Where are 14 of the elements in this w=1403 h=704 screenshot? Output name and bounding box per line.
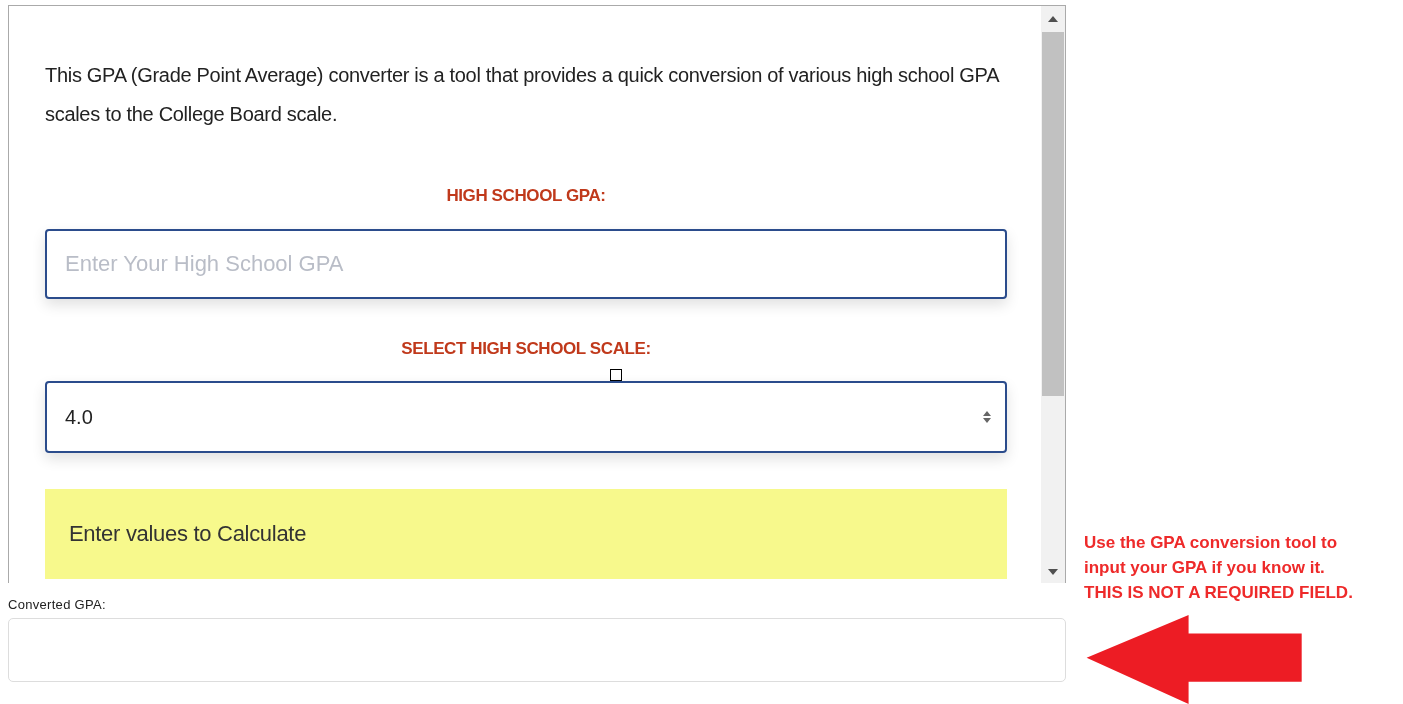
converted-gpa-label: Converted GPA: bbox=[8, 597, 107, 612]
gpa-input-field[interactable]: Enter Your High School GPA bbox=[45, 229, 1007, 299]
square-icon bbox=[610, 369, 622, 381]
annotation-text: Use the GPA conversion tool to input your GPA if you know it. THIS IS NOT A REQUIRED FIELD. bbox=[1084, 532, 1354, 604]
scroll-down-icon[interactable] bbox=[1048, 569, 1058, 575]
gpa-label: HIGH SCHOOL GPA: bbox=[446, 186, 606, 206]
scale-label: SELECT HIGH SCHOOL SCALE: bbox=[401, 339, 651, 359]
scroll-up-icon[interactable] bbox=[1048, 16, 1058, 22]
scale-select[interactable]: 4.0 bbox=[45, 381, 1007, 453]
scrollbar-thumb[interactable] bbox=[1042, 32, 1064, 396]
result-text: Enter values to Calculate bbox=[69, 521, 307, 547]
converted-gpa-field[interactable] bbox=[8, 618, 1066, 682]
sort-caret-icon bbox=[983, 410, 991, 424]
intro-text: This GPA (Grade Point Average) converter is a tool that provides a quick conversion of various high school GPA scales to the College Board scale. bbox=[45, 63, 1000, 127]
